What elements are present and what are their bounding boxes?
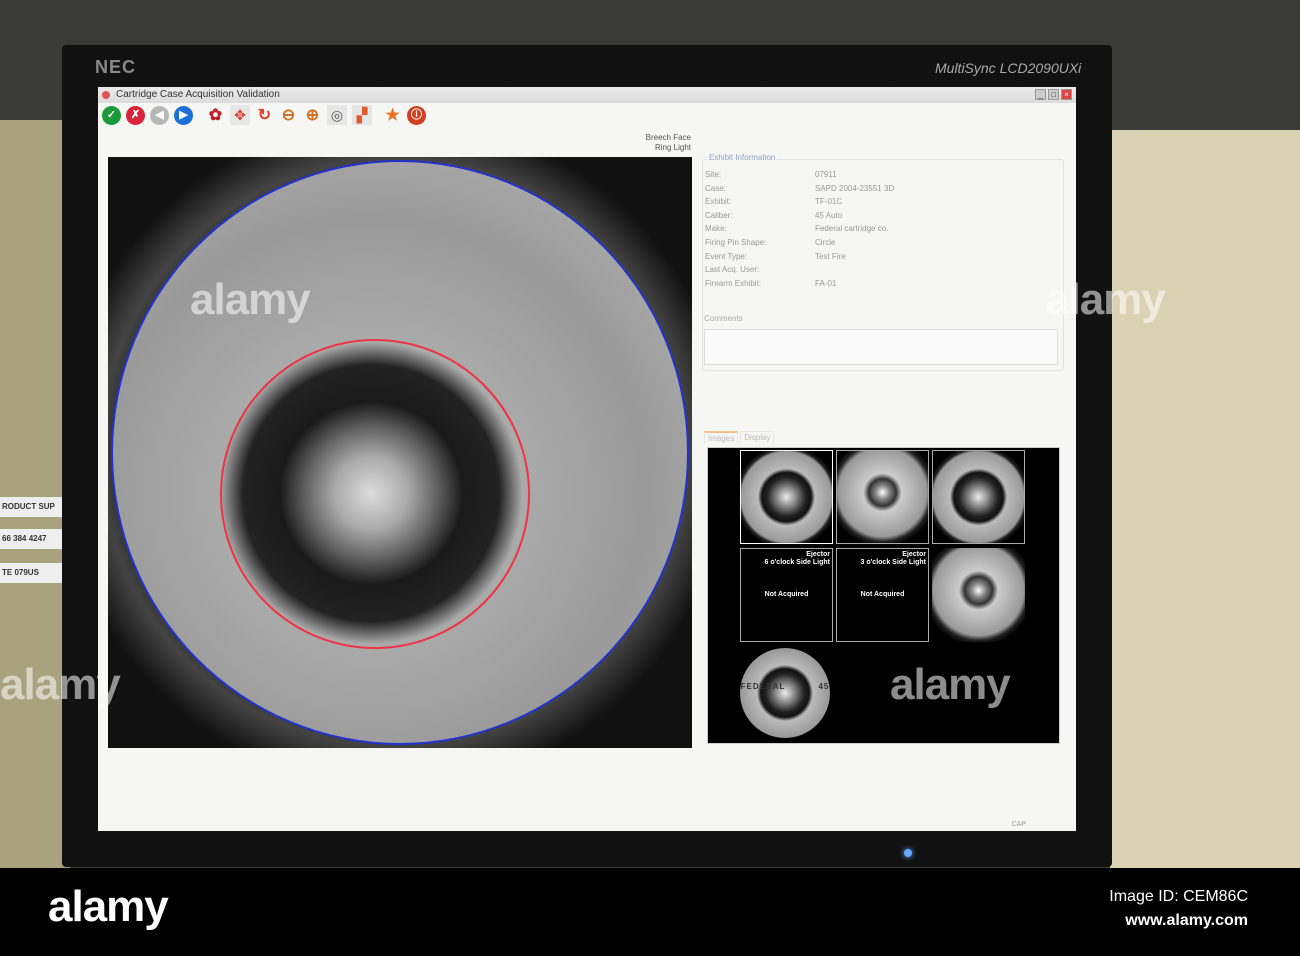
maximize-button[interactable]: □: [1048, 89, 1059, 100]
bg-label: RODUCT SUP: [0, 497, 62, 517]
exhibit-field-label: Event Type:: [705, 251, 748, 261]
footer-bar: [0, 868, 1300, 956]
not-acquired-label: Not Acquired: [860, 591, 905, 598]
previous-icon[interactable]: ◀: [150, 105, 169, 125]
exhibit-field-label: Exhibit:: [705, 197, 732, 207]
view-label: Breech Face Ring Light: [646, 133, 691, 153]
exhibit-row: Caliber: 45 Auto: [705, 211, 1065, 220]
ring-icon[interactable]: ◎: [327, 105, 347, 125]
exhibit-field-value: 45 Auto: [815, 210, 843, 220]
six-oclock-label: 6 o'clock Side Light: [764, 559, 830, 566]
exhibit-field-label: Case:: [705, 183, 726, 193]
title-bar: Cartridge Case Acquisition Validation _ …: [98, 87, 1076, 103]
tab-images[interactable]: Images: [704, 431, 739, 444]
wall-right: [1110, 130, 1300, 870]
move-icon[interactable]: ✥: [230, 105, 250, 125]
ejector-label: Ejector: [806, 551, 830, 558]
exhibit-field-value: Circle: [815, 238, 836, 247]
layers-icon[interactable]: ▞: [352, 105, 372, 125]
bg-label: 66 384 4247: [0, 529, 62, 549]
three-oclock-label: 3 o'clock Side Light: [860, 559, 926, 566]
watermark: alamy: [0, 660, 121, 709]
bg-label: TE 079US: [0, 563, 62, 583]
monitor-model: MultiSync LCD2090UXi: [935, 60, 1082, 76]
exhibit-field-value: FA-01: [815, 278, 837, 288]
minimize-button[interactable]: _: [1035, 89, 1046, 100]
view-type: Breech Face: [645, 133, 691, 142]
thumbnail-ejector-6[interactable]: Ejector 6 o'clock Side Light Not Acquired: [740, 548, 833, 642]
watermark: alamy: [890, 660, 1011, 709]
exhibit-row: Firing Pin Shape: Circle: [705, 238, 1065, 247]
zoom-out-icon[interactable]: ⊖: [279, 106, 298, 125]
thumbnail-ejector-3[interactable]: Ejector 3 o'clock Side Light Not Acquired: [836, 548, 929, 642]
exhibit-field-label: Make:: [705, 224, 727, 234]
exhibit-field-value: Federal cartridge co.: [815, 224, 889, 234]
rotate-icon[interactable]: ↻: [255, 106, 274, 125]
comments-input[interactable]: [704, 329, 1058, 365]
tab-display[interactable]: Display: [740, 431, 775, 444]
exhibit-field-label: Caliber:: [705, 210, 733, 220]
exhibit-field-label: Last Acq. User:: [705, 265, 760, 275]
watermark: alamy: [190, 275, 311, 324]
ejector-label: Ejector: [902, 551, 926, 558]
monitor-brand: NEC: [95, 57, 137, 77]
light-type: Ring Light: [654, 143, 691, 152]
favorite-icon[interactable]: ★: [383, 106, 402, 125]
image-id: Image ID: CEM86C: [1109, 888, 1248, 905]
next-icon[interactable]: ▶: [174, 105, 193, 125]
exhibit-field-value: Test Fire: [815, 251, 846, 261]
exhibit-field-value: SAPD 2004-23551 3D: [815, 183, 895, 193]
thumbnail-breech-ring[interactable]: [740, 450, 833, 544]
breech-face-image[interactable]: [108, 157, 692, 748]
accept-icon[interactable]: ✓: [102, 105, 121, 125]
close-button[interactable]: ×: [1061, 89, 1072, 100]
exhibit-field-label: Firing Pin Shape:: [705, 238, 767, 247]
headstamp-text: FEDERAL 45 AUTO: [740, 682, 830, 691]
exhibit-row: Make: Federal cartridge co.: [705, 224, 1065, 233]
exhibit-row: Firearm Exhibit: FA-01: [705, 279, 1065, 288]
app-icon: [102, 91, 110, 99]
exhibit-field-value: 07911: [815, 170, 837, 179]
zoom-in-icon[interactable]: ⊕: [303, 106, 322, 125]
thumbnail-headstamp[interactable]: FEDERAL 45 AUTO: [740, 648, 830, 738]
thumbnail-breech-side[interactable]: [836, 450, 929, 544]
wall-left: [0, 120, 70, 870]
power-led[interactable]: [904, 849, 912, 857]
exhibit-row: Event Type: Test Fire: [705, 252, 1065, 261]
settings-icon[interactable]: ✿: [206, 106, 225, 125]
exhibit-field-value: TF-01C: [815, 197, 843, 207]
caps-lock-indicator: CAP: [1011, 821, 1026, 828]
site-url: www.alamy.com: [1125, 912, 1248, 929]
firing-pin-ring-marker[interactable]: [220, 339, 530, 649]
reject-icon[interactable]: ✗: [126, 105, 145, 125]
window-title: Cartridge Case Acquisition Validation: [116, 89, 280, 100]
exhibit-row: Site: 07911: [705, 170, 1065, 179]
exhibit-row: Exhibit: TF-01C: [705, 197, 1065, 206]
thumbnail-firing-pin-side[interactable]: [932, 548, 1025, 642]
comments-label: Comments: [704, 314, 743, 323]
not-acquired-label: Not Acquired: [764, 591, 809, 598]
exhibit-field-label: Site:: [705, 170, 722, 179]
footer-logo: alamy: [48, 882, 169, 931]
exhibit-row: Case: SAPD 2004-23551 3D: [705, 184, 1065, 193]
watermark: alamy: [1045, 275, 1166, 324]
exhibit-field-label: Firearm Exhibit:: [705, 278, 762, 288]
tab-bar: Images Display: [704, 431, 775, 444]
info-icon[interactable]: ⓘ: [407, 105, 426, 125]
toolbar: ✓ ✗ ◀ ▶ ✿ ✥ ↻ ⊖ ⊕ ◎ ▞ ★ ⓘ: [102, 105, 426, 125]
thumbnail-firing-pin[interactable]: [932, 450, 1025, 544]
exhibit-row: Last Acq. User:: [705, 265, 1065, 274]
app-window: Cartridge Case Acquisition Validation _ …: [98, 87, 1076, 831]
exhibit-legend: Exhibit Information: [707, 153, 778, 162]
